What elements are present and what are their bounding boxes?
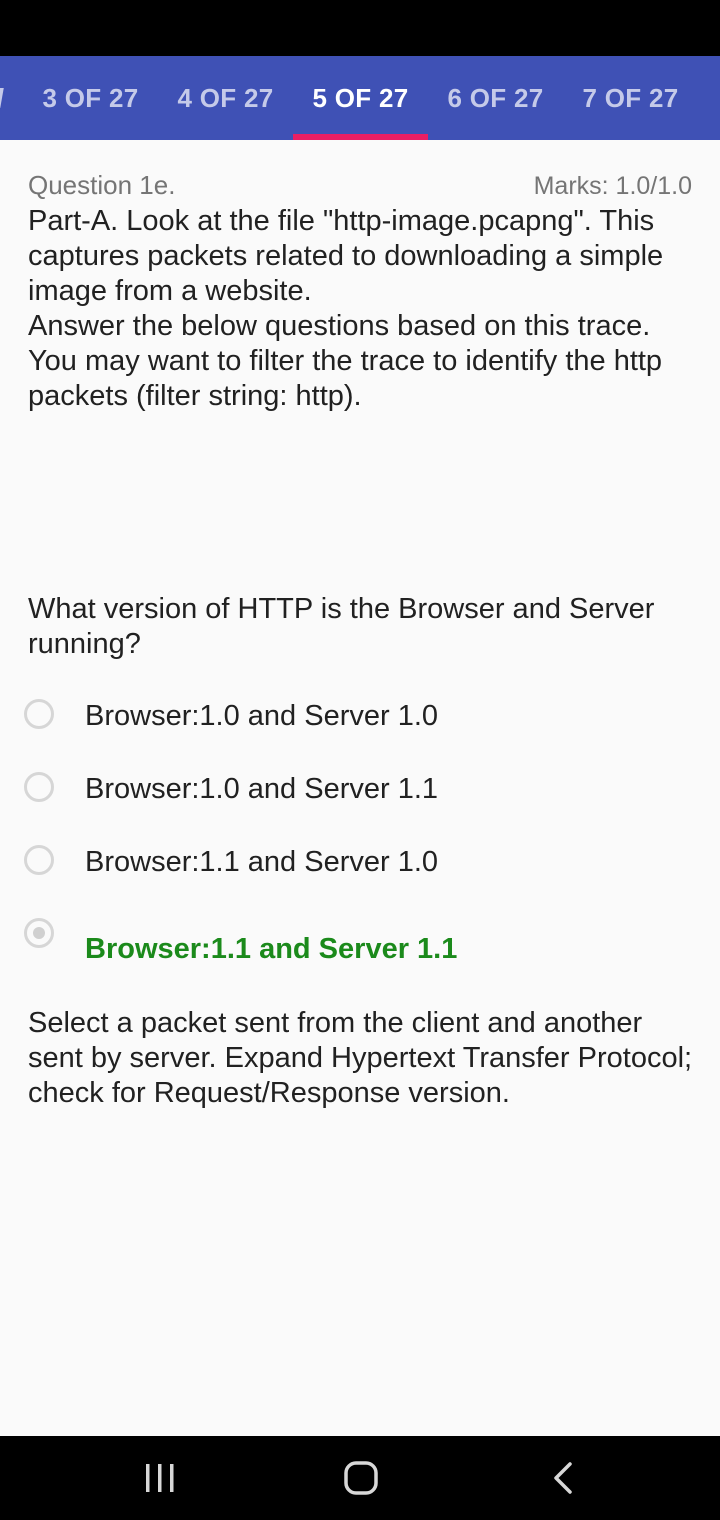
question-body: Part-A. Look at the file "http-image.pca… bbox=[28, 204, 698, 414]
tab-question-7[interactable]: 7 OF 27 bbox=[563, 56, 698, 140]
answer-option-4[interactable]: Browser:1.1 and Server 1.1 bbox=[24, 918, 694, 974]
correct-answer-label: Browser:1.1 and Server 1.1 bbox=[85, 933, 458, 965]
question-body-paragraph-2: Answer the below questions based on this… bbox=[28, 310, 663, 412]
tab-partial-left[interactable] bbox=[0, 56, 10, 140]
answer-option-label: Browser:1.1 and Server 1.0 bbox=[85, 846, 439, 878]
radio-dot bbox=[33, 927, 45, 939]
question-tab-bar: 3 OF 27 4 OF 27 5 OF 27 6 OF 27 7 OF 27 bbox=[0, 56, 720, 140]
tab-question-5[interactable]: 5 OF 27 bbox=[293, 56, 428, 140]
back-icon bbox=[554, 1462, 572, 1494]
answer-option-label: Browser:1.0 and Server 1.1 bbox=[85, 773, 439, 805]
radio-button-checked[interactable] bbox=[24, 918, 54, 948]
back-button[interactable] bbox=[539, 1458, 587, 1498]
question-prompt: What version of HTTP is the Browser and … bbox=[28, 593, 655, 660]
status-bar bbox=[0, 0, 720, 56]
recent-apps-icon bbox=[146, 1464, 174, 1492]
answer-feedback: Select a packet sent from the client and… bbox=[28, 1007, 693, 1109]
question-body-paragraph-1: Part-A. Look at the file "http-image.pca… bbox=[28, 205, 664, 307]
answer-option-3[interactable]: Browser:1.1 and Server 1.0 bbox=[24, 845, 694, 895]
active-tab-indicator bbox=[293, 134, 428, 140]
tab-question-3[interactable]: 3 OF 27 bbox=[23, 56, 158, 140]
system-navigation-bar bbox=[0, 1436, 720, 1520]
question-header: Question 1e. Marks: 1.0/1.0 bbox=[28, 170, 692, 204]
tab-question-6[interactable]: 6 OF 27 bbox=[428, 56, 563, 140]
radio-button-unchecked[interactable] bbox=[24, 699, 54, 729]
answer-option-1[interactable]: Browser:1.0 and Server 1.0 bbox=[24, 699, 694, 749]
recent-apps-button[interactable] bbox=[136, 1458, 184, 1498]
tab-question-4[interactable]: 4 OF 27 bbox=[158, 56, 293, 140]
radio-button-unchecked[interactable] bbox=[24, 845, 54, 875]
home-button[interactable] bbox=[337, 1458, 385, 1498]
question-marks: Marks: 1.0/1.0 bbox=[533, 172, 692, 200]
home-icon bbox=[344, 1461, 378, 1495]
radio-button-unchecked[interactable] bbox=[24, 772, 54, 802]
question-number: Question 1e. bbox=[28, 170, 176, 200]
answer-option-2[interactable]: Browser:1.0 and Server 1.1 bbox=[24, 772, 694, 822]
answer-option-label: Browser:1.0 and Server 1.0 bbox=[85, 700, 439, 732]
